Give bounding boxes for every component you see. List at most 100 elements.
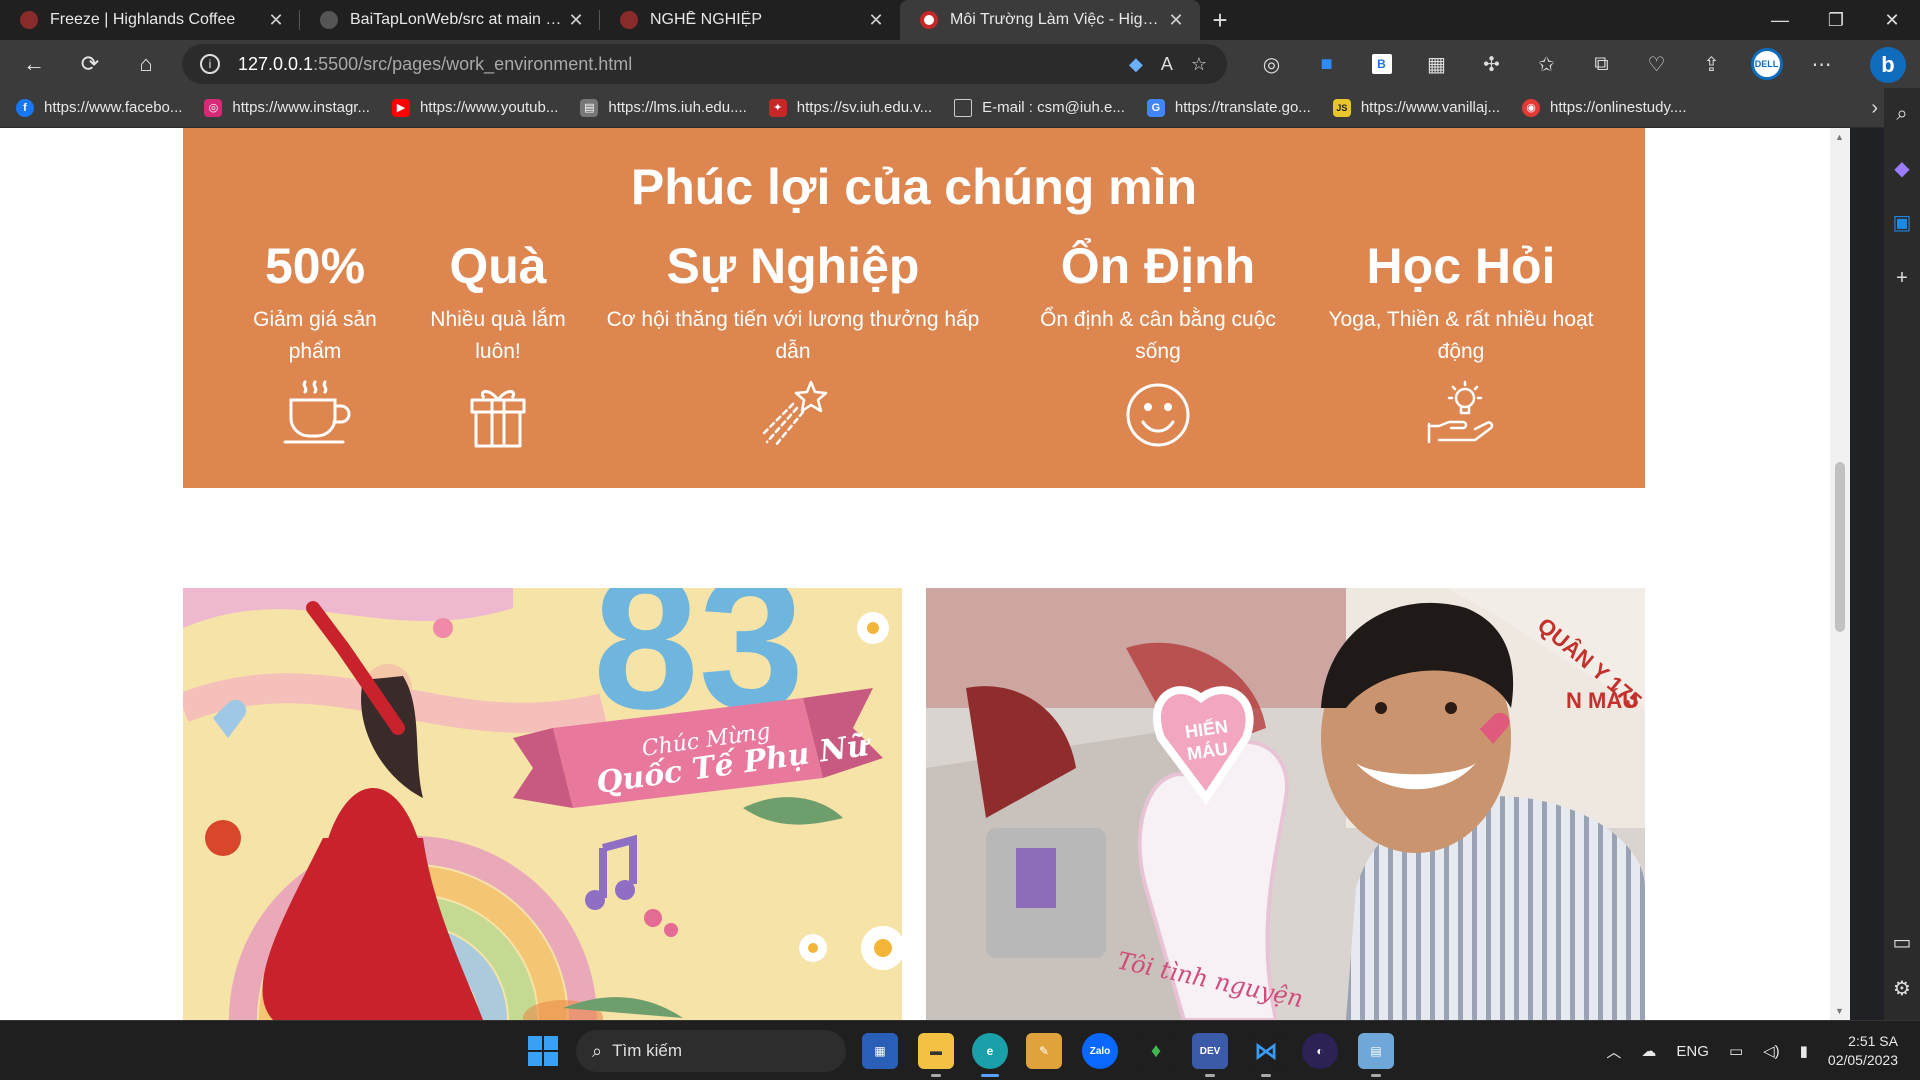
zalo-icon[interactable]: Zalo — [1082, 1033, 1118, 1069]
bookmark-vanillajs[interactable]: JS https://www.vanillaj... — [1332, 98, 1500, 117]
benefit-title: 50% — [264, 238, 366, 294]
benefit-stability: Ổn Định Ổn định & cân bằng cuộc sống — [1033, 238, 1283, 457]
bookmark-onlinestudy[interactable]: ◉ https://onlinestudy.... — [1522, 98, 1687, 117]
bookmark-instagram[interactable]: ◎ https://www.instagr... — [204, 98, 370, 117]
store-app-icon[interactable]: ▦ — [862, 1033, 898, 1069]
tab-title: BaiTapLonWeb/src at main · Hoan — [350, 11, 566, 28]
bookmark-facebook[interactable]: f https://www.facebo... — [16, 98, 182, 117]
bookmark-email[interactable]: E-mail : csm@iuh.e... — [954, 98, 1125, 117]
language-indicator[interactable]: ENG — [1676, 1043, 1709, 1060]
windows-start-icon[interactable] — [528, 1036, 558, 1066]
eclipse-icon[interactable]: ◐ — [1302, 1033, 1338, 1069]
extension-tag-icon[interactable]: ◆ — [1129, 54, 1143, 75]
photo-app-icon[interactable]: ✎ — [1026, 1033, 1062, 1069]
tab-title: Freeze | Highlands Coffee — [50, 11, 236, 28]
benefit-title: Ổn Định — [1060, 238, 1256, 294]
benefit-description: Yoga, Thiền & rất nhiều hoạt động — [1328, 308, 1594, 363]
more-menu-icon[interactable]: ⋯ — [1794, 40, 1849, 88]
google-translate-icon: G — [1146, 98, 1165, 117]
womens-day-illustration: 83 Chúc Mừng Quốc Tế Phụ Nữ — [183, 588, 902, 1020]
benefit-discount: 50% Giảm giá sản phẩm — [235, 238, 395, 457]
gift-icon — [470, 390, 526, 448]
onedrive-cloud-icon[interactable]: ☁ — [1641, 1042, 1656, 1060]
chevron-right-icon[interactable]: › — [1871, 88, 1878, 128]
outlook-icon[interactable]: ▣ — [1884, 204, 1920, 240]
add-favorite-icon[interactable]: ☆ — [1191, 54, 1207, 75]
network-icon[interactable]: ▭ — [1729, 1042, 1743, 1060]
window-controls: — ❐ ✕ — [1752, 0, 1920, 40]
search-icon: ⌕ — [592, 1040, 603, 1061]
extension-toolbar: ◎ ■ B ▦ ✣ ✩ ⧉ ♡ ⇪ DELL ⋯ — [1244, 40, 1849, 88]
tab-work-environment[interactable]: Môi Trường Làm Việc - HighLand ✕ — [900, 0, 1200, 40]
bookmark-sv-iuh[interactable]: ✦ https://sv.iuh.edu.v... — [768, 98, 932, 117]
youtube-icon: ▶ — [391, 98, 410, 117]
scrollbar-thumb[interactable] — [1835, 462, 1845, 632]
edge-sidebar: ⌕ ◆ ▣ + ▭ ⚙ — [1884, 88, 1920, 1020]
system-tray: ︿ ☁ ENG ▭ ◁) ▮ 2:51 SA 02/05/2023 — [1606, 1021, 1920, 1080]
coffee-cup-icon — [283, 380, 351, 444]
highlands-favicon-icon — [620, 11, 638, 29]
benefit-description: Ổn định & cân bằng cuộc sống — [1040, 308, 1276, 363]
file-explorer-icon[interactable]: ▬ — [918, 1033, 954, 1077]
benefit-description: Cơ hội thăng tiến với lương thưởng hấp d… — [606, 308, 980, 363]
close-tab-icon[interactable]: ✕ — [266, 10, 286, 31]
minimize-button[interactable]: — — [1752, 0, 1808, 40]
taskbar-search[interactable]: ⌕ Tìm kiếm — [576, 1030, 846, 1072]
scroll-down-icon[interactable]: ▼ — [1835, 1006, 1844, 1016]
chevron-up-icon[interactable]: ︿ — [1606, 1041, 1621, 1062]
browser-essentials-icon[interactable]: ♡ — [1629, 40, 1684, 88]
battery-icon[interactable]: ▮ — [1800, 1042, 1808, 1060]
settings-gear-icon[interactable]: ⚙ — [1884, 970, 1920, 1006]
benefit-career: Sự Nghiệp Cơ hội thăng tiến với lương th… — [603, 238, 983, 457]
bookmark-youtube[interactable]: ▶ https://www.youtub... — [391, 98, 558, 117]
back-button[interactable]: ← — [6, 40, 62, 88]
bitwarden-icon[interactable]: B — [1354, 40, 1409, 88]
blood-donation-photo: QUÂN Y 175 N MÁU HIẾN MÁU Tôi tình nguyệ… — [926, 588, 1645, 1020]
edge-browser-icon[interactable]: e — [972, 1033, 1008, 1077]
vscode-icon[interactable]: ⋈ — [1248, 1033, 1284, 1077]
copilot-icon[interactable]: ◆ — [1884, 150, 1920, 186]
tab-nghe-nghiep[interactable]: NGHỀ NGHIỆP ✕ — [600, 0, 900, 40]
scroll-up-icon[interactable]: ▲ — [1835, 132, 1844, 142]
bookmarks-bar: f https://www.facebo... ◎ https://www.inst… — [0, 88, 1892, 128]
page-scrollbar[interactable]: ▲ ▼ — [1830, 128, 1850, 1020]
system-clock[interactable]: 2:51 SA 02/05/2023 — [1828, 1032, 1898, 1070]
tab-freeze[interactable]: Freeze | Highlands Coffee ✕ — [0, 0, 300, 40]
bing-chat-icon[interactable]: b — [1870, 47, 1906, 83]
womens-day-card[interactable]: 83 Chúc Mừng Quốc Tế Phụ Nữ — [183, 588, 902, 1020]
collections-icon[interactable]: ⧉ — [1574, 40, 1629, 88]
restore-button[interactable]: ❐ — [1808, 0, 1864, 40]
close-window-button[interactable]: ✕ — [1864, 0, 1920, 40]
mongodb-icon[interactable]: ♦ — [1138, 1033, 1174, 1069]
home-button[interactable]: ⌂ — [118, 40, 174, 88]
close-tab-icon[interactable]: ✕ — [566, 10, 586, 31]
benefit-title: Sự Nghiệp — [666, 238, 920, 294]
wall-text-mau: N MÁU — [1566, 688, 1638, 713]
extension-badge-icon[interactable]: ■ — [1299, 40, 1354, 88]
add-icon[interactable]: + — [1884, 260, 1920, 296]
site-info-icon[interactable]: i — [200, 54, 220, 74]
devc-icon[interactable]: DEV — [1192, 1033, 1228, 1077]
profile-avatar[interactable]: DELL — [1739, 40, 1794, 88]
benefit-learning: Học Hỏi Yoga, Thiền & rất nhiều hoạt độn… — [1323, 238, 1599, 457]
close-tab-icon[interactable]: ✕ — [1166, 10, 1186, 31]
new-tab-button[interactable]: + — [1200, 0, 1240, 40]
tab-github[interactable]: BaiTapLonWeb/src at main · Hoan ✕ — [300, 0, 600, 40]
read-aloud-icon[interactable]: A — [1161, 54, 1173, 75]
address-bar[interactable]: i 127.0.0.1:5500/src/pages/work_environm… — [182, 44, 1227, 84]
sidebar-toggle-icon[interactable]: ▭ — [1884, 924, 1920, 960]
blood-donation-card[interactable]: QUÂN Y 175 N MÁU HIẾN MÁU Tôi tình nguyệ… — [926, 588, 1645, 1020]
share-icon[interactable]: ⇪ — [1684, 40, 1739, 88]
close-tab-icon[interactable]: ✕ — [866, 10, 886, 31]
extensions-puzzle-icon[interactable]: ✣ — [1464, 40, 1519, 88]
extension-grid-icon[interactable]: ▦ — [1409, 40, 1464, 88]
volume-icon[interactable]: ◁) — [1763, 1042, 1780, 1060]
monitor-app-icon[interactable]: ▤ — [1358, 1033, 1394, 1077]
favorites-icon[interactable]: ✩ — [1519, 40, 1574, 88]
search-icon[interactable]: ⌕ — [1884, 96, 1920, 132]
page-icon — [954, 98, 973, 117]
reload-button[interactable]: ⟳ — [62, 40, 118, 88]
bookmark-lms-iuh[interactable]: ▤ https://lms.iuh.edu.... — [580, 98, 747, 117]
bookmark-translate[interactable]: Ghttps://translate.go... — [1146, 98, 1311, 117]
compass-icon[interactable]: ◎ — [1244, 40, 1299, 88]
